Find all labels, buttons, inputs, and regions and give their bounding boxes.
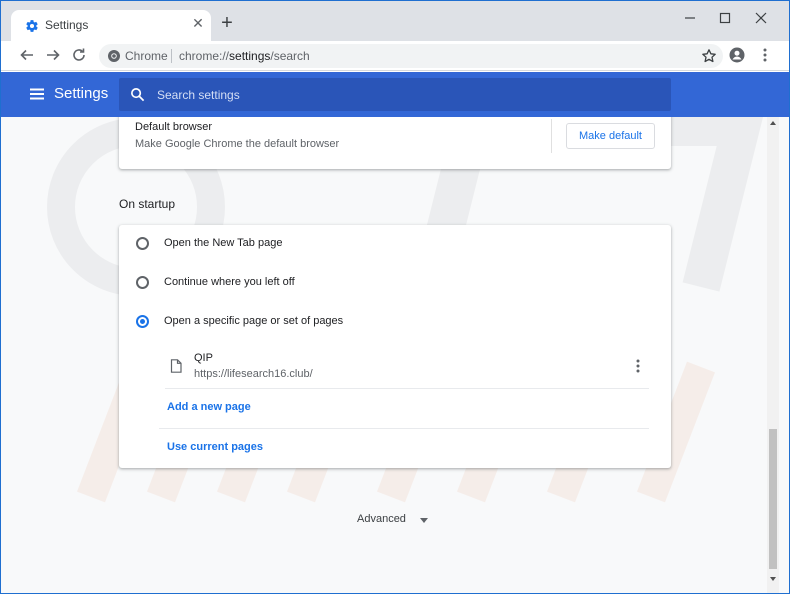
use-current-row: Use current pages xyxy=(167,429,657,469)
scrollbar-thumb[interactable] xyxy=(769,429,777,569)
more-menu-icon[interactable] xyxy=(757,47,773,63)
radio-label: Open a specific page or set of pages xyxy=(164,315,344,327)
radio-label: Continue where you left off xyxy=(164,276,295,288)
back-arrow-icon[interactable] xyxy=(19,47,35,63)
settings-header: Settings xyxy=(1,72,789,117)
startup-page-url: https://lifesearch16.club/ xyxy=(194,368,313,380)
scroll-up-arrow-icon[interactable] xyxy=(770,121,776,125)
url-host: settings xyxy=(229,49,271,63)
page-title: Settings xyxy=(54,85,109,102)
url-scheme: chrome:// xyxy=(179,49,230,63)
radio-button[interactable] xyxy=(136,276,149,289)
startup-page-item: QIP https://lifesearch16.club/ xyxy=(165,344,649,389)
tab-settings[interactable]: Settings ✕ xyxy=(11,10,211,41)
startup-page-name: QIP xyxy=(194,352,213,364)
default-browser-card: Default browser Make Google Chrome the d… xyxy=(119,117,671,169)
url-path: /search xyxy=(270,49,310,63)
search-input[interactable] xyxy=(157,78,657,111)
search-icon xyxy=(131,88,145,102)
page-file-icon xyxy=(170,359,182,373)
scrollbar[interactable] xyxy=(767,117,779,593)
maximize-icon[interactable] xyxy=(718,11,732,25)
chrome-icon xyxy=(108,50,120,62)
radio-option-new-tab[interactable]: Open the New Tab page xyxy=(119,225,671,264)
startup-card: Open the New Tab page Continue where you… xyxy=(119,225,671,468)
settings-content: Default browser Make Google Chrome the d… xyxy=(1,117,789,593)
make-default-button[interactable]: Make default xyxy=(566,123,655,149)
profile-avatar-icon[interactable] xyxy=(729,47,745,63)
browser-window: Settings ✕ + Chrome chrome://settings/se… xyxy=(1,1,789,593)
tab-strip: Settings ✕ + xyxy=(1,1,789,41)
advanced-toggle[interactable]: Advanced xyxy=(357,513,406,525)
close-icon[interactable] xyxy=(754,11,768,25)
card-divider xyxy=(551,119,552,153)
hamburger-menu-icon[interactable] xyxy=(29,86,45,102)
tab-close-icon[interactable]: ✕ xyxy=(191,16,205,30)
radio-button[interactable] xyxy=(136,237,149,250)
section-title-on-startup: On startup xyxy=(119,197,176,211)
add-new-page-link[interactable]: Add a new page xyxy=(167,401,251,413)
minimize-icon[interactable] xyxy=(683,11,697,25)
radio-option-continue[interactable]: Continue where you left off xyxy=(119,264,671,303)
url-text: chrome://settings/search xyxy=(179,49,310,63)
default-browser-subtitle: Make Google Chrome the default browser xyxy=(135,138,340,150)
search-box[interactable] xyxy=(119,78,671,111)
scroll-down-arrow-icon[interactable] xyxy=(770,577,776,581)
omnibox-separator xyxy=(171,49,172,63)
reload-icon[interactable] xyxy=(71,47,87,63)
gear-icon xyxy=(26,20,38,32)
radio-button-checked[interactable] xyxy=(136,315,149,328)
new-tab-button[interactable]: + xyxy=(219,13,235,33)
omnibox-chip: Chrome xyxy=(125,49,168,63)
forward-arrow-icon[interactable] xyxy=(45,47,61,63)
caret-down-icon[interactable] xyxy=(420,518,428,523)
radio-option-specific-pages[interactable]: Open a specific page or set of pages xyxy=(119,303,671,342)
add-page-row: Add a new page xyxy=(167,389,657,429)
tab-title: Settings xyxy=(45,18,89,32)
radio-label: Open the New Tab page xyxy=(164,237,283,249)
more-actions-icon[interactable] xyxy=(635,358,641,374)
bookmark-star-icon[interactable] xyxy=(701,48,717,64)
default-browser-title: Default browser xyxy=(135,121,213,133)
use-current-pages-link[interactable]: Use current pages xyxy=(167,441,263,453)
toolbar: Chrome chrome://settings/search xyxy=(1,41,789,71)
address-bar[interactable]: Chrome chrome://settings/search xyxy=(99,44,723,68)
